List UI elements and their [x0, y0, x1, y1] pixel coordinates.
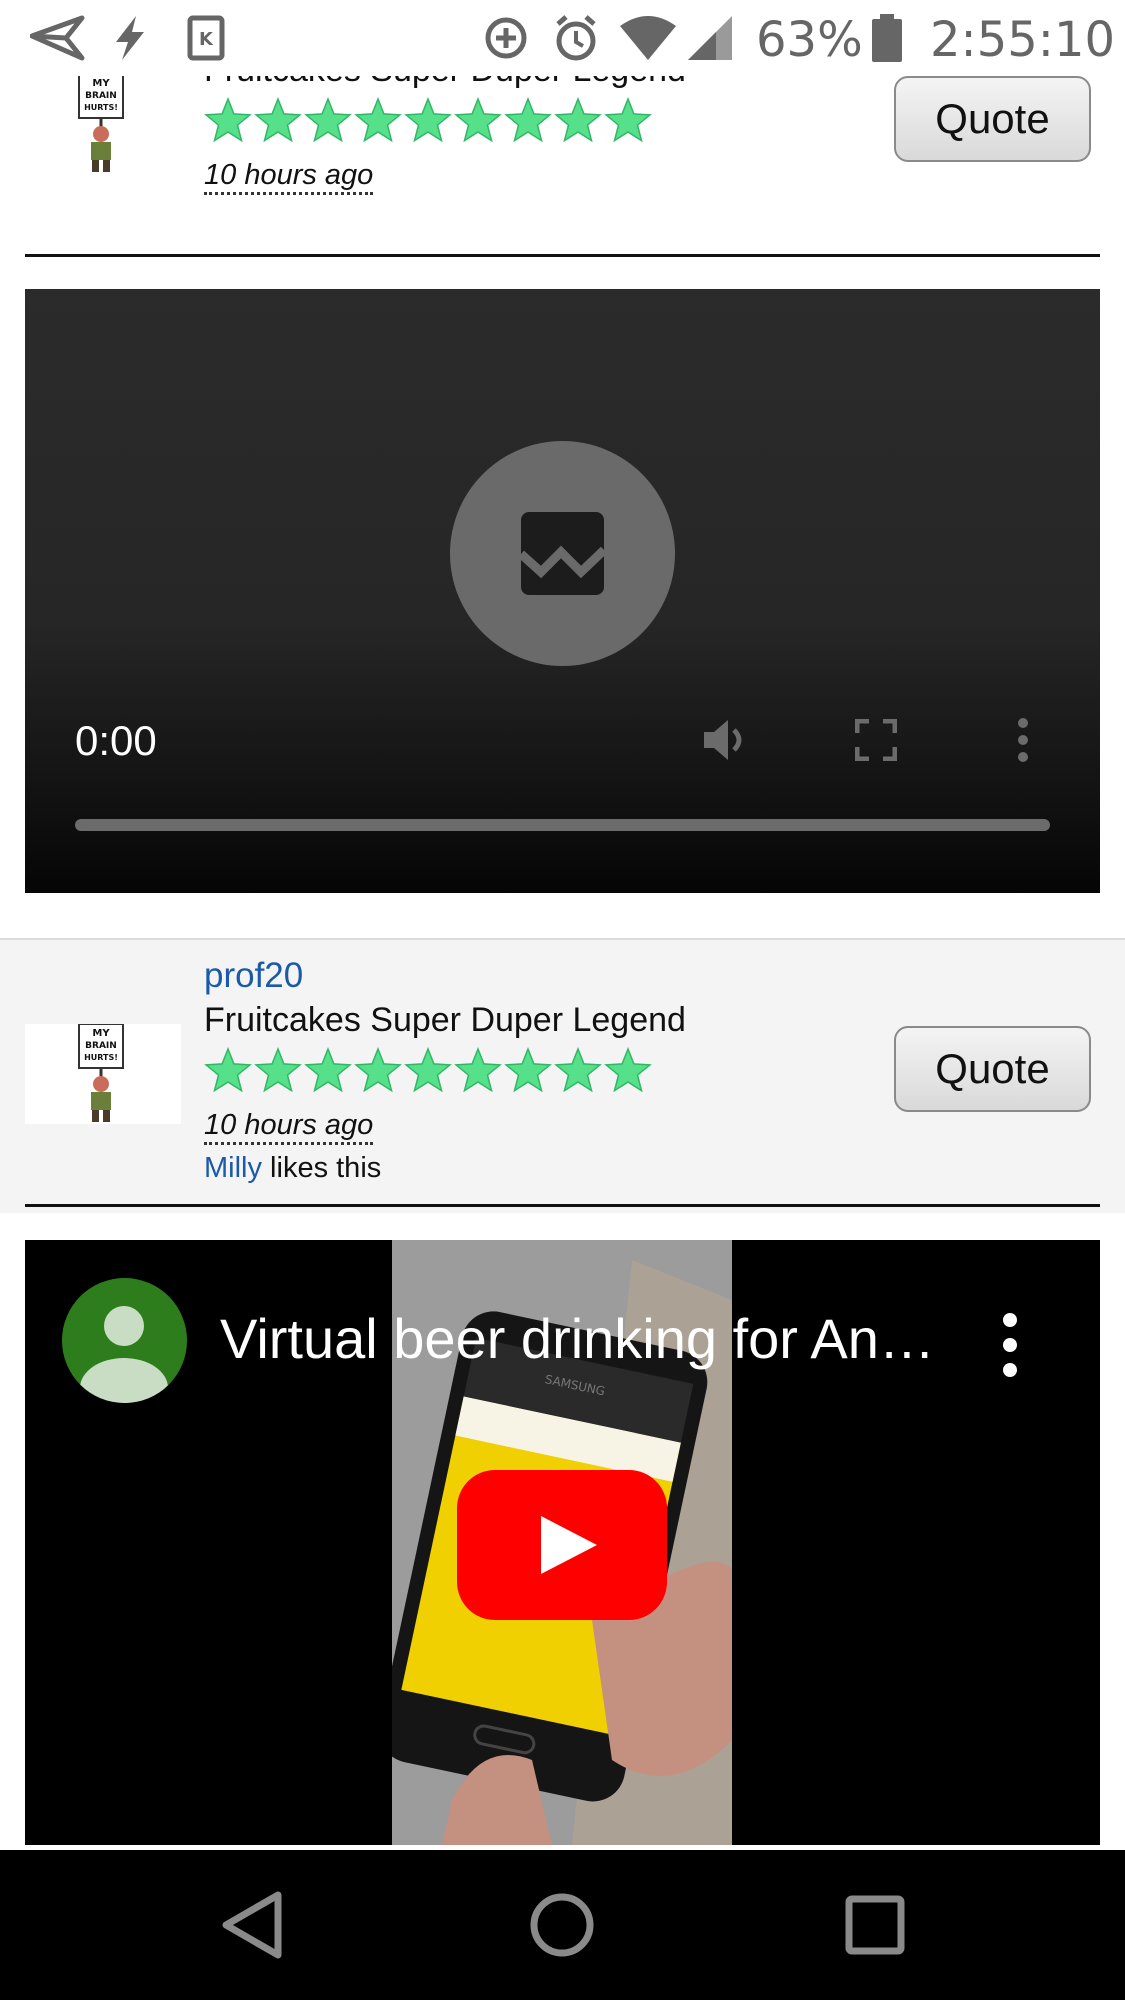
video-title[interactable]: Virtual beer drinking for An…	[220, 1304, 935, 1374]
video-player[interactable]: 0:00	[25, 289, 1100, 893]
broken-image-icon	[519, 512, 606, 595]
star-icon	[304, 1046, 352, 1093]
quote-button[interactable]: Quote	[894, 1026, 1091, 1112]
likes-suffix: likes this	[262, 1152, 382, 1184]
post-time[interactable]: 10 hours ago	[204, 158, 374, 195]
play-area[interactable]	[450, 441, 675, 666]
video-progress-bar[interactable]	[75, 819, 1050, 831]
channel-avatar[interactable]	[62, 1278, 187, 1403]
liker-link[interactable]: Milly	[204, 1152, 262, 1184]
star-icon	[504, 96, 552, 143]
kindle-icon: K	[187, 15, 225, 61]
star-icon	[254, 1046, 302, 1093]
svg-text:K: K	[199, 29, 214, 50]
alarm-icon	[556, 15, 596, 61]
back-icon[interactable]	[212, 1885, 292, 1965]
navigation-bar	[0, 1850, 1125, 2000]
rating-stars	[204, 1046, 652, 1093]
star-icon	[604, 1046, 652, 1093]
star-icon	[604, 96, 652, 143]
star-icon	[554, 1046, 602, 1093]
avatar[interactable]: MY BRAIN HURTS!	[25, 1024, 181, 1124]
avatar[interactable]: MY BRAIN HURTS!	[25, 74, 181, 174]
quote-button[interactable]: Quote	[894, 76, 1091, 162]
star-icon	[404, 1046, 452, 1093]
flash-icon	[116, 16, 144, 60]
svg-text:BRAIN: BRAIN	[85, 91, 117, 101]
svg-text:HURTS!: HURTS!	[84, 1053, 118, 1062]
user-silhouette-icon	[80, 1306, 168, 1403]
svg-text:HURTS!: HURTS!	[84, 103, 118, 112]
star-icon	[554, 96, 602, 143]
post-time[interactable]: 10 hours ago	[204, 1108, 374, 1145]
likes-line: Milly likes this	[204, 1151, 381, 1185]
svg-text:MY: MY	[92, 1028, 110, 1039]
fullscreen-icon[interactable]	[855, 719, 897, 761]
youtube-embed[interactable]: SAMSUNG Virtual beer drinking for An…	[25, 1240, 1100, 1845]
star-icon	[354, 1046, 402, 1093]
user-rank: Fruitcakes Super Duper Legend	[204, 1001, 686, 1039]
star-icon	[254, 96, 302, 143]
battery-percent: 63%	[756, 12, 863, 68]
star-icon	[454, 96, 502, 143]
home-icon[interactable]	[522, 1885, 602, 1965]
star-icon	[304, 96, 352, 143]
star-icon	[404, 96, 452, 143]
wifi-icon	[620, 16, 676, 60]
signal-icon	[688, 16, 732, 60]
rating-stars	[204, 96, 652, 143]
username-link[interactable]: prof20	[204, 956, 303, 996]
status-bar: K 63% 2:55:10	[0, 0, 1125, 76]
avatar-image: MY BRAIN HURTS!	[78, 1024, 124, 1122]
recents-icon[interactable]	[835, 1885, 915, 1965]
battery-icon	[872, 14, 902, 62]
svg-text:BRAIN: BRAIN	[85, 1041, 117, 1051]
svg-text:MY: MY	[92, 78, 110, 89]
video-current-time: 0:00	[75, 717, 157, 764]
avatar-image: MY BRAIN HURTS!	[78, 74, 124, 172]
star-icon	[204, 1046, 252, 1093]
post-divider	[25, 1204, 1100, 1207]
youtube-play-icon[interactable]	[457, 1470, 667, 1620]
star-icon	[354, 96, 402, 143]
star-icon	[204, 96, 252, 143]
send-icon	[30, 15, 85, 61]
clock: 2:55:10	[930, 12, 1116, 68]
more-options-icon[interactable]	[1015, 717, 1031, 763]
post-divider	[25, 254, 1100, 257]
more-options-icon[interactable]	[995, 1310, 1025, 1380]
star-icon	[454, 1046, 502, 1093]
star-icon	[504, 1046, 552, 1093]
data-saver-icon	[485, 17, 527, 59]
post-header-2: MY BRAIN HURTS! prof20 Fruitcakes Super …	[0, 938, 1125, 1238]
volume-icon[interactable]	[700, 714, 750, 766]
